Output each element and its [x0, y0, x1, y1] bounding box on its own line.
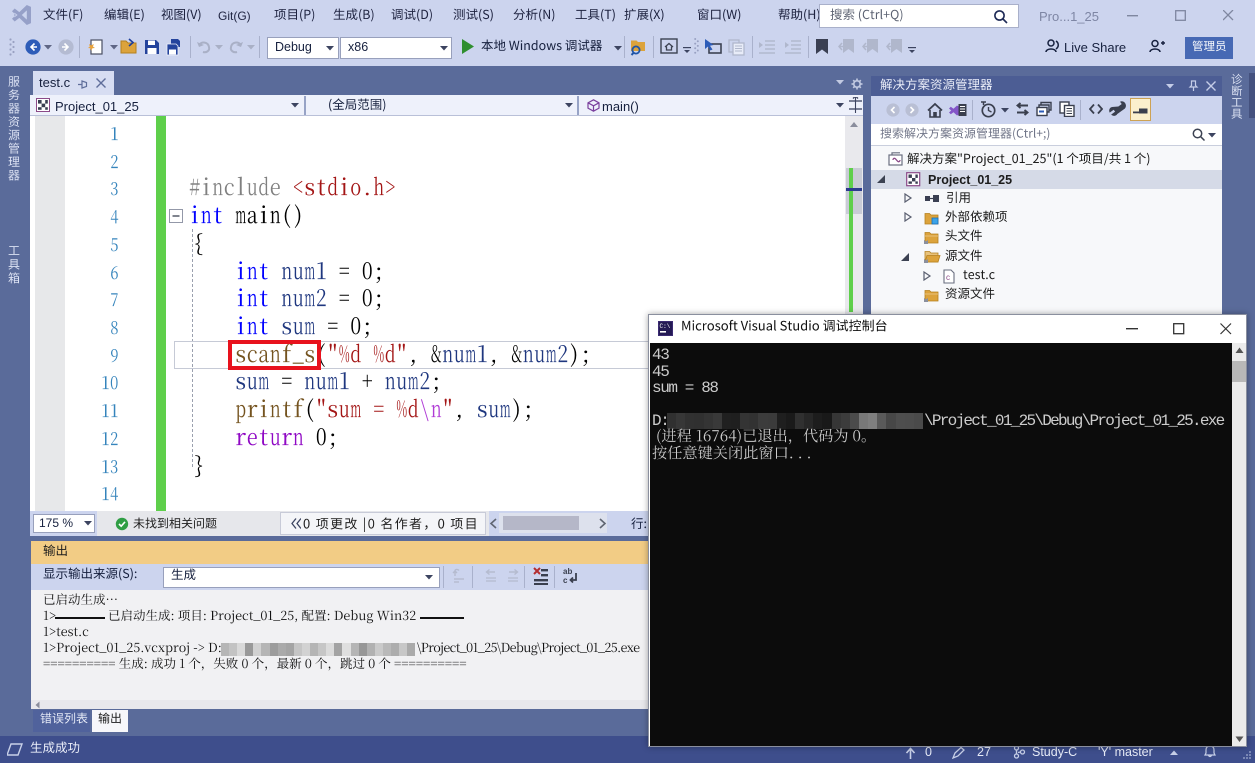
svg-text:ab: ab	[563, 567, 572, 576]
svg-text:c: c	[563, 576, 568, 585]
svg-text:c: c	[946, 273, 950, 282]
svg-text:C:\: C:\	[660, 323, 671, 330]
